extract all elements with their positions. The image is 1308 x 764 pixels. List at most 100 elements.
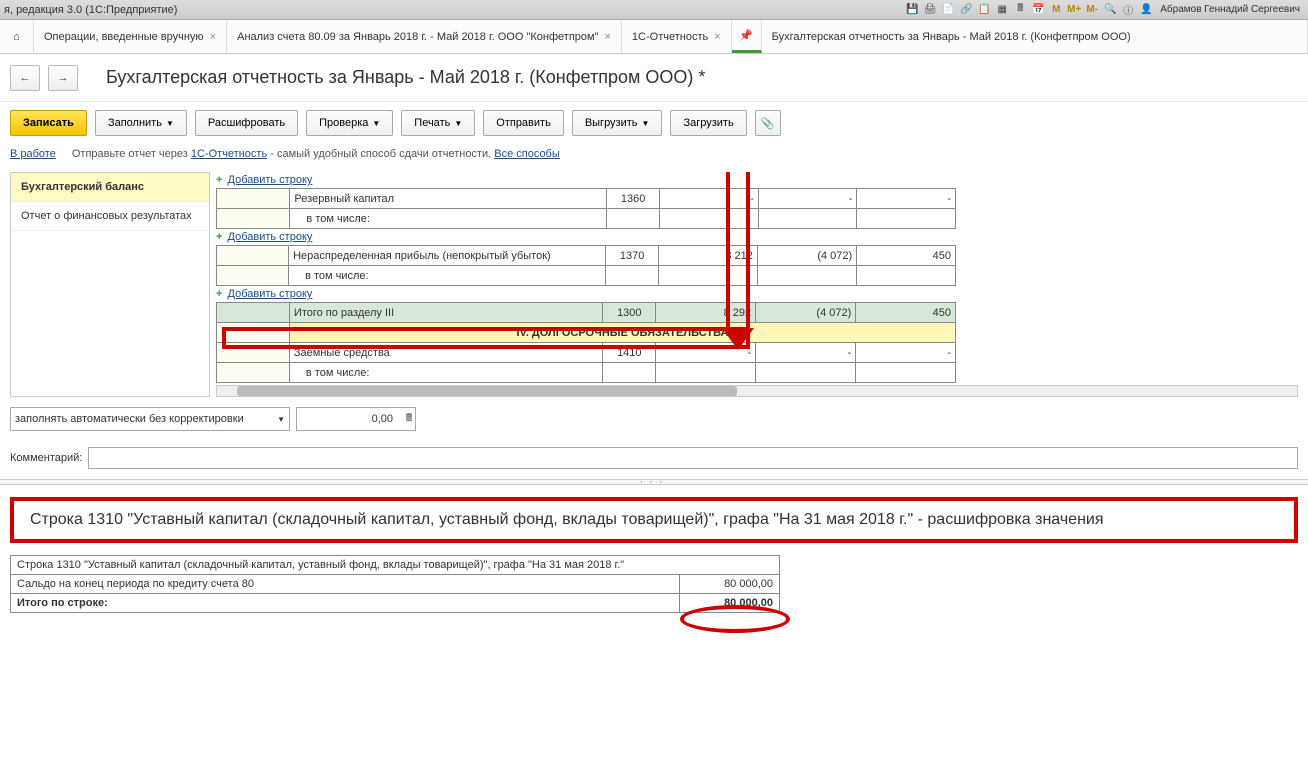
tab-analysis-label: Анализ счета 80.09 за Январь 2018 г. - М…	[237, 31, 598, 43]
horizontal-scrollbar[interactable]	[216, 385, 1298, 397]
mminus-icon[interactable]: M-	[1084, 2, 1100, 18]
row-including: в том числе:	[290, 209, 607, 229]
table-row: IV. ДОЛГОСРОЧНЫЕ ОБЯЗАТЕЛЬСТВА	[217, 323, 956, 343]
table-row-total: Итого по строке: 80 000,00	[11, 594, 780, 613]
value-cell[interactable]: -	[758, 189, 857, 209]
fill-button[interactable]: Заполнить▼	[95, 110, 187, 136]
add-row-link[interactable]: Добавить строку	[228, 288, 313, 300]
mplus-icon[interactable]: M+	[1066, 2, 1082, 18]
link-icon[interactable]: 🔗	[958, 2, 974, 18]
doc-icon[interactable]: 📄	[940, 2, 956, 18]
value-display: 0,00	[372, 413, 393, 425]
code-cell: 1360	[606, 189, 659, 209]
save-button[interactable]: Записать	[10, 110, 87, 136]
load-button[interactable]: Загрузить	[670, 110, 746, 136]
calc-icon[interactable]: 🖩	[1012, 2, 1028, 18]
comment-label: Комментарий:	[10, 452, 82, 464]
add-row-link[interactable]: Добавить строку	[228, 174, 313, 186]
status-link[interactable]: В работе	[10, 148, 56, 160]
value-cell[interactable]: -	[856, 343, 956, 363]
close-icon[interactable]: ×	[714, 31, 720, 43]
value-cell[interactable]: -	[857, 189, 956, 209]
tab-accounting-report[interactable]: Бухгалтерская отчетность за Январь - Май…	[762, 20, 1308, 53]
detail-heading: Строка 1310 "Уставный капитал (складочны…	[10, 497, 1298, 543]
chevron-down-icon: ▼	[454, 119, 462, 128]
m-memory-icon[interactable]: M	[1048, 2, 1064, 18]
comment-input[interactable]	[88, 447, 1298, 469]
value-cell[interactable]: -	[660, 189, 759, 209]
hint-link-a[interactable]: 1С-Отчетность	[191, 148, 267, 160]
balance-table: Резервный капитал 1360 - - - в том числе…	[216, 188, 956, 229]
close-icon[interactable]: ×	[604, 31, 610, 43]
table-row: Сальдо на конец периода по кредиту счета…	[11, 575, 780, 594]
back-button[interactable]: ←	[10, 65, 40, 91]
home-icon: ⌂	[13, 31, 20, 43]
side-nav: Бухгалтерский баланс Отчет о финансовых …	[10, 172, 210, 397]
page-title: Бухгалтерская отчетность за Январь - Май…	[106, 67, 705, 88]
add-row-link[interactable]: Добавить строку	[228, 231, 313, 243]
row-including: в том числе:	[289, 363, 602, 383]
send-button[interactable]: Отправить	[483, 110, 564, 136]
splitter[interactable]	[0, 479, 1308, 485]
info-icon[interactable]: ⓘ	[1120, 2, 1136, 18]
user-icon[interactable]: 👤	[1138, 2, 1154, 18]
row-including: в том числе:	[289, 266, 606, 286]
tab-analysis[interactable]: Анализ счета 80.09 за Январь 2018 г. - М…	[227, 20, 622, 53]
select-value: заполнять автоматически без корректировк…	[15, 413, 244, 425]
plus-icon: +	[216, 288, 222, 300]
copy-icon[interactable]: 📋	[976, 2, 992, 18]
save-disk-icon[interactable]: 💾	[904, 2, 920, 18]
tab-accounting-label: Бухгалтерская отчетность за Январь - Май…	[772, 31, 1131, 43]
close-icon[interactable]: ×	[210, 31, 216, 43]
main-tabs: ⌂ Операции, введенные вручную × Анализ с…	[0, 20, 1308, 54]
hint-link-b[interactable]: Все способы	[494, 148, 560, 160]
pin-icon: 📌	[739, 29, 753, 42]
calc-picker-icon[interactable]: 🖩	[406, 411, 412, 428]
value-input[interactable]: 0,00 🖩	[296, 407, 416, 431]
unload-button[interactable]: Выгрузить▼	[572, 110, 663, 136]
forward-button[interactable]: →	[48, 65, 78, 91]
hint-row: В работе Отправьте отчет через 1С-Отчетн…	[0, 144, 1308, 168]
nav-row: ← → Бухгалтерская отчетность за Январь -…	[0, 54, 1308, 102]
calendar-icon[interactable]: 📅	[1030, 2, 1046, 18]
print-button[interactable]: Печать▼	[401, 110, 475, 136]
value-cell: 8 292	[656, 303, 756, 323]
decrypt-button[interactable]: Расшифровать	[195, 110, 298, 136]
table-row: в том числе:	[217, 363, 956, 383]
detail-amount: 80 000,00	[680, 575, 780, 594]
nav-balance[interactable]: Бухгалтерский баланс	[11, 173, 209, 202]
grid-icon[interactable]: ▦	[994, 2, 1010, 18]
value-cell[interactable]: -	[756, 343, 856, 363]
value-cell[interactable]: -	[656, 343, 756, 363]
title-bar: я, редакция 3.0 (1С:Предприятие) 💾 🖨 📄 🔗…	[0, 0, 1308, 20]
tab-home[interactable]: ⌂	[0, 20, 34, 53]
chevron-down-icon: ▼	[642, 119, 650, 128]
value-cell[interactable]: 8 212	[659, 246, 758, 266]
detail-total-amount: 80 000,00	[680, 594, 780, 613]
chevron-down-icon: ▼	[166, 119, 174, 128]
value-cell: 450	[856, 303, 956, 323]
tab-reporting[interactable]: 1С-Отчетность ×	[622, 20, 732, 53]
attach-button[interactable]: 📎	[755, 110, 781, 136]
tab-operations[interactable]: Операции, введенные вручную ×	[34, 20, 227, 53]
nav-financial-results[interactable]: Отчет о финансовых результатах	[11, 202, 209, 231]
fill-mode-select[interactable]: заполнять автоматически без корректировк…	[10, 407, 290, 431]
plus-icon: +	[216, 231, 222, 243]
tab-reporting-label: 1С-Отчетность	[632, 31, 708, 43]
print-icon[interactable]: 🖨	[922, 2, 938, 18]
tab-operations-label: Операции, введенные вручную	[44, 31, 204, 43]
code-cell: 1300	[603, 303, 656, 323]
value-cell: (4 072)	[756, 303, 856, 323]
value-cell[interactable]: 450	[857, 246, 956, 266]
balance-table: Итого по разделу III 1300 8 292 (4 072) …	[216, 302, 956, 383]
value-cell[interactable]: (4 072)	[757, 246, 856, 266]
table-row: Резервный капитал 1360 - - -	[217, 189, 956, 209]
table-row: в том числе:	[217, 209, 956, 229]
balance-table: Нераспределенная прибыль (непокрытый убы…	[216, 245, 956, 286]
zoom-icon[interactable]: 🔍	[1102, 2, 1118, 18]
tab-pin[interactable]: 📌	[732, 20, 762, 53]
check-button[interactable]: Проверка▼	[306, 110, 393, 136]
detail-table: Строка 1310 "Уставный капитал (складочны…	[10, 555, 780, 613]
plus-icon: +	[216, 174, 222, 186]
toolbar: Записать Заполнить▼ Расшифровать Проверк…	[0, 102, 1308, 144]
